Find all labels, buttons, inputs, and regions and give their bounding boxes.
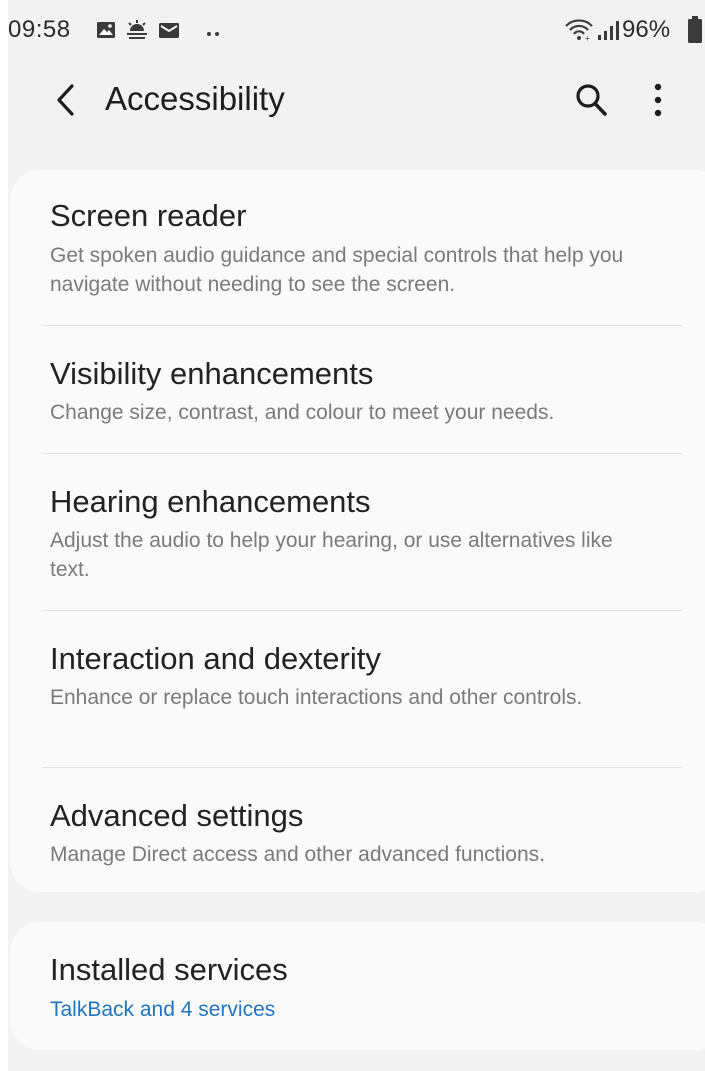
setting-description: Enhance or replace touch interactions an… xyxy=(50,686,583,709)
setting-description: Manage Direct access and other advanced … xyxy=(50,843,545,866)
setting-title: Screen reader xyxy=(50,198,247,233)
setting-title: Visibility enhancements xyxy=(50,356,374,391)
mail-icon xyxy=(159,23,179,38)
weather-icon xyxy=(127,20,147,39)
wifi-icon: + xyxy=(565,19,593,42)
signal-icon xyxy=(598,21,619,40)
chevron-left-icon[interactable] xyxy=(46,78,86,122)
setting-item-advanced-settings[interactable]: Advanced settings Manage Direct access a… xyxy=(10,768,705,892)
more-vert-icon[interactable] xyxy=(648,80,668,120)
setting-title: Advanced settings xyxy=(50,798,304,833)
installed-services-card: Installed services TalkBack and 4 servic… xyxy=(10,922,705,1050)
setting-title: Interaction and dexterity xyxy=(50,641,381,676)
status-time: 09:58 xyxy=(8,16,71,43)
app-bar: Accessibility xyxy=(8,66,705,166)
setting-item-interaction-and-dexterity[interactable]: Interaction and dexterity Enhance or rep… xyxy=(10,611,705,767)
installed-services-summary: TalkBack and 4 services xyxy=(50,998,276,1021)
setting-item-hearing-enhancements[interactable]: Hearing enhancements Adjust the audio to… xyxy=(10,454,705,610)
setting-item-installed-services[interactable]: Installed services TalkBack and 4 servic… xyxy=(10,922,705,1050)
accessibility-settings-card: Screen reader Get spoken audio guidance … xyxy=(10,170,705,892)
accessibility-screen: 09:58 + 96% Accessibility Screen reader … xyxy=(8,0,705,1071)
installed-services-title: Installed services xyxy=(50,952,288,987)
battery-percentage: 96% xyxy=(622,16,671,43)
battery-icon xyxy=(688,16,702,43)
page-title: Accessibility xyxy=(105,80,285,117)
more-notifications-icon xyxy=(207,32,219,36)
svg-text:+: + xyxy=(585,34,590,42)
setting-description: Get spoken audio guidance and special co… xyxy=(50,244,624,296)
setting-item-visibility-enhancements[interactable]: Visibility enhancements Change size, con… xyxy=(10,326,705,453)
setting-item-screen-reader[interactable]: Screen reader Get spoken audio guidance … xyxy=(10,170,705,326)
image-icon xyxy=(97,22,115,38)
status-bar: 09:58 + 96% xyxy=(8,0,705,66)
search-icon[interactable] xyxy=(574,82,608,118)
setting-description: Change size, contrast, and colour to mee… xyxy=(50,401,555,424)
setting-title: Hearing enhancements xyxy=(50,484,371,519)
setting-description: Adjust the audio to help your hearing, o… xyxy=(50,529,613,581)
